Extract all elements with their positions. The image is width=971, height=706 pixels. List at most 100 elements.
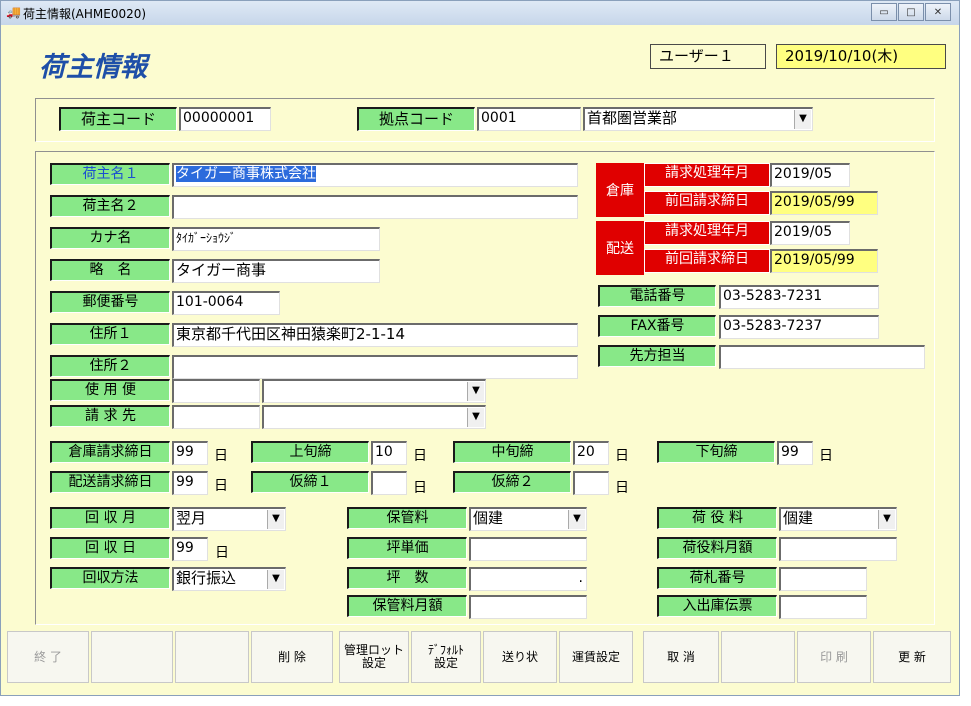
bill-to-select[interactable]: ▼ [262,405,486,429]
fax-input[interactable]: 03-5283-7237 [719,315,879,339]
base-code-input[interactable]: 0001 [477,107,581,131]
handling-fee-select[interactable]: 個建 ▼ [779,507,897,531]
tel-input[interactable]: 03-5283-7231 [719,285,879,309]
tag-number-input[interactable] [779,567,867,591]
temp2-label: 仮締２ [453,471,571,493]
late-close-label: 下旬締 [657,441,775,463]
early-close-label: 上旬締 [251,441,369,463]
close-button[interactable]: ✕ [925,3,951,21]
name2-input[interactable] [172,195,578,219]
update-button[interactable]: 更 新 [873,631,951,683]
chevron-down-icon[interactable]: ▼ [568,510,585,529]
chevron-down-icon[interactable]: ▼ [267,510,284,529]
user-display: ユーザー１ [650,44,766,69]
fare-setting-button[interactable]: 運賃設定 [559,631,633,683]
dl-prev-input[interactable]: 2019/05/99 [770,249,878,273]
use-select[interactable]: ▼ [262,379,486,403]
end-button[interactable]: 終 了 [7,631,89,683]
address2-input[interactable] [172,355,578,379]
chevron-down-icon[interactable]: ▼ [267,570,284,589]
storage-fee-value: 個建 [473,509,504,527]
invoice-button[interactable]: 送り状 [483,631,557,683]
temp2-input[interactable] [573,471,609,495]
wh-month-input[interactable]: 2019/05 [770,163,850,187]
slip-input[interactable] [779,595,867,619]
use-code-input[interactable] [172,379,260,403]
chevron-down-icon[interactable]: ▼ [878,510,895,529]
handling-monthly-label: 荷役料月額 [657,537,777,559]
f10-button[interactable] [721,631,795,683]
dl-close-label: 配送請求締日 [50,471,170,493]
chevron-down-icon[interactable]: ▼ [467,408,484,427]
short-name-label: 略 名 [50,259,170,281]
dl-close-input[interactable]: 99 [172,471,208,495]
storage-monthly-label: 保管料月額 [347,595,467,617]
wh-close-unit: 日 [214,448,228,464]
handling-monthly-input[interactable] [779,537,897,561]
dl-prev-label: 前回請求締日 [644,249,770,273]
collect-month-value: 翌月 [176,509,207,527]
temp1-label: 仮締１ [251,471,369,493]
bill-to-label: 請 求 先 [50,405,170,427]
temp1-input[interactable] [371,471,407,495]
early-close-input[interactable]: 10 [371,441,407,465]
default-setting-button[interactable]: ﾃﾞﾌｫﾙﾄ 設定 [411,631,481,683]
lot-setting-button[interactable]: 管理ロット 設定 [339,631,409,683]
window-title: 荷主情報(AHME0020) [23,7,147,21]
storage-fee-select[interactable]: 個建 ▼ [469,507,587,531]
shipper-code-input[interactable]: 00000001 [179,107,271,131]
f3-button[interactable] [175,631,249,683]
page-title: 荷主情報 [39,52,147,83]
tag-number-label: 荷札番号 [657,567,777,589]
cancel-button[interactable]: 取 消 [643,631,719,683]
name1-input[interactable]: タイガー商事株式会社 [172,163,578,187]
collect-day-unit: 日 [215,545,229,561]
date-display: 2019/10/10(木) [776,44,946,69]
storage-monthly-input[interactable] [469,595,587,619]
mid-close-input[interactable]: 20 [573,441,609,465]
mid-close-unit: 日 [615,448,629,464]
tsubo-input[interactable]: . [469,567,587,591]
temp2-unit: 日 [615,480,629,496]
print-button[interactable]: 印 刷 [797,631,871,683]
base-name-select[interactable]: 首都圏営業部 ▼ [583,107,813,131]
wh-close-input[interactable]: 99 [172,441,208,465]
use-label: 使 用 便 [50,379,170,401]
mid-close-label: 中旬締 [453,441,571,463]
kana-input[interactable]: ﾀｲｶﾞｰｼｮｳｼﾞ [172,227,380,251]
wh-close-label: 倉庫請求締日 [50,441,170,463]
person-input[interactable] [719,345,925,369]
collect-day-input[interactable]: 99 [172,537,208,561]
handling-fee-label: 荷 役 料 [657,507,777,529]
chevron-down-icon[interactable]: ▼ [794,110,811,129]
tsubo-price-label: 坪単価 [347,537,467,559]
tsubo-price-input[interactable] [469,537,587,561]
short-name-input[interactable]: タイガー商事 [172,259,380,283]
dl-month-input[interactable]: 2019/05 [770,221,850,245]
wh-prev-input[interactable]: 2019/05/99 [770,191,878,215]
minimize-button[interactable]: ▭ [871,3,897,21]
collect-method-select[interactable]: 銀行振込 ▼ [172,567,286,591]
collect-month-label: 回 収 月 [50,507,170,529]
address2-label: 住所２ [50,355,170,377]
address1-input[interactable]: 東京都千代田区神田猿楽町2-1-14 [172,323,578,347]
tel-label: 電話番号 [598,285,716,307]
chevron-down-icon[interactable]: ▼ [467,382,484,401]
collect-month-select[interactable]: 翌月 ▼ [172,507,286,531]
late-close-input[interactable]: 99 [777,441,813,465]
collect-day-label: 回 収 日 [50,537,170,559]
name1-value: タイガー商事株式会社 [176,166,316,182]
maximize-button[interactable]: □ [898,3,924,21]
bill-to-code-input[interactable] [172,405,260,429]
delete-button[interactable]: 削 除 [251,631,333,683]
late-close-unit: 日 [819,448,833,464]
person-label: 先方担当 [598,345,716,367]
name2-label: 荷主名２ [50,195,170,217]
wh-month-label: 請求処理年月 [644,163,770,187]
address1-label: 住所１ [50,323,170,345]
f2-button[interactable] [91,631,173,683]
delivery-label: 配送 [596,221,644,275]
main-window: 🚚 荷主情報(AHME0020) ▭ □ ✕ 荷主情報 ユーザー１ 2019/1… [0,0,960,696]
slip-label: 入出庫伝票 [657,595,777,617]
zip-input[interactable]: 101-0064 [172,291,280,315]
